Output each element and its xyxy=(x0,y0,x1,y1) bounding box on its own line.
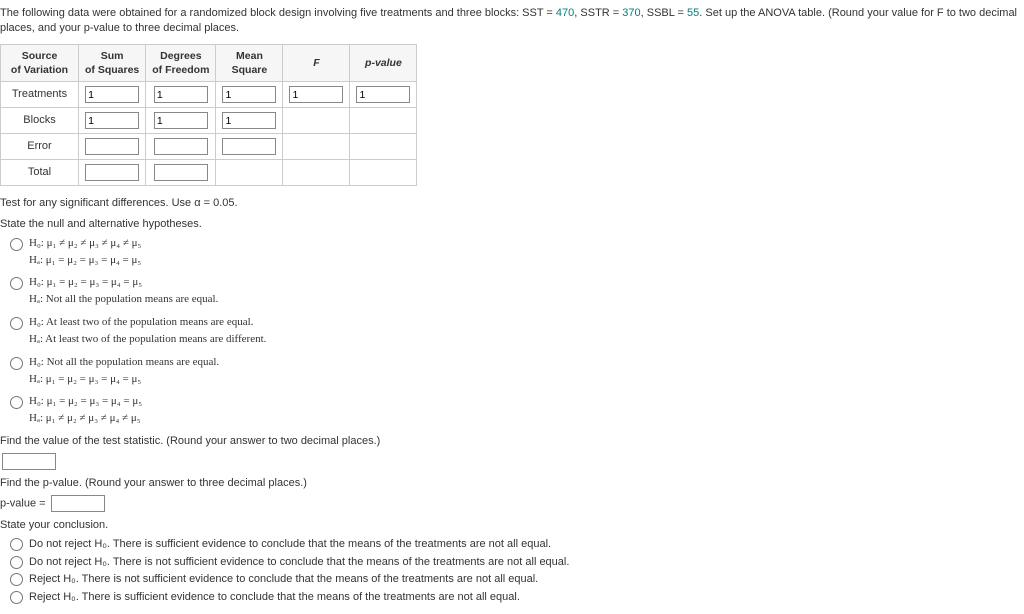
col-ms: Mean Square xyxy=(216,44,283,81)
label-total: Total xyxy=(1,160,79,186)
total-ss-input[interactable] xyxy=(85,164,139,181)
state-conclusion-label: State your conclusion. xyxy=(0,518,1024,533)
problem-statement: The following data were obtained for a r… xyxy=(0,6,1024,36)
col-p: p-value xyxy=(350,44,417,81)
error-ss-input[interactable] xyxy=(85,138,139,155)
hyp-2-ha: Hₐ: Not all the population means are equ… xyxy=(29,292,218,307)
treatments-p-input[interactable] xyxy=(356,86,410,103)
total-df-input[interactable] xyxy=(154,164,208,181)
blocks-ss-input[interactable] xyxy=(85,112,139,129)
treatments-df-input[interactable] xyxy=(154,86,208,103)
hyp-1-radio[interactable] xyxy=(10,238,23,251)
sstr-value: 370 xyxy=(622,7,640,19)
hypotheses-group: H₀: μ₁ ≠ μ₂ ≠ μ₃ ≠ μ₄ ≠ μ₅ Hₐ: μ₁ = μ₂ =… xyxy=(10,236,1024,426)
prompt-pre: The following data were obtained for a r… xyxy=(0,7,556,19)
conc-4-radio[interactable] xyxy=(10,591,23,604)
find-pvalue-label: Find the p-value. (Round your answer to … xyxy=(0,476,1024,491)
hyp-4-ha: Hₐ: μ₁ = μ₂ = μ₃ = μ₄ = μ₅ xyxy=(29,372,219,387)
treatments-ms-input[interactable] xyxy=(222,86,276,103)
col-df: Degrees of Freedom xyxy=(146,44,216,81)
hyp-2-radio[interactable] xyxy=(10,277,23,290)
conc-3-radio[interactable] xyxy=(10,573,23,586)
error-ms-input[interactable] xyxy=(222,138,276,155)
col-ss: Sum of Squares xyxy=(79,44,146,81)
pvalue-prefix: p-value = xyxy=(0,497,46,509)
hyp-3-ha: Hₐ: At least two of the population means… xyxy=(29,332,266,347)
row-total: Total xyxy=(1,160,417,186)
conc-1-text: Do not reject H₀. There is sufficient ev… xyxy=(29,537,551,552)
error-df-input[interactable] xyxy=(154,138,208,155)
conc-3-text: Reject H₀. There is not sufficient evide… xyxy=(29,572,538,587)
test-stat-input[interactable] xyxy=(2,453,56,470)
find-test-stat-label: Find the value of the test statistic. (R… xyxy=(0,434,1024,449)
pvalue-input[interactable] xyxy=(51,495,105,512)
treatments-ss-input[interactable] xyxy=(85,86,139,103)
conc-4-text: Reject H₀. There is sufficient evidence … xyxy=(29,590,520,605)
hyp-3-radio[interactable] xyxy=(10,317,23,330)
row-blocks: Blocks xyxy=(1,108,417,134)
hyp-4-h0: H₀: Not all the population means are equ… xyxy=(29,355,219,370)
conc-2-text: Do not reject H₀. There is not sufficien… xyxy=(29,555,569,570)
hyp-2-h0: H₀: μ₁ = μ₂ = μ₃ = μ₄ = μ₅ xyxy=(29,275,218,290)
treatments-f-input[interactable] xyxy=(289,86,343,103)
anova-table: Source of Variation Sum of Squares Degre… xyxy=(0,44,417,186)
label-treatments: Treatments xyxy=(1,82,79,108)
hyp-1-h0: H₀: μ₁ ≠ μ₂ ≠ μ₃ ≠ μ₄ ≠ μ₅ xyxy=(29,236,141,251)
hyp-3-h0: H₀: At least two of the population means… xyxy=(29,315,266,330)
col-f: F xyxy=(283,44,350,81)
label-error: Error xyxy=(1,134,79,160)
hyp-5-radio[interactable] xyxy=(10,396,23,409)
blocks-df-input[interactable] xyxy=(154,112,208,129)
sst-value: 470 xyxy=(556,7,574,19)
test-instruction: Test for any significant differences. Us… xyxy=(0,196,1024,211)
state-hypotheses-label: State the null and alternative hypothese… xyxy=(0,217,1024,232)
conc-2-radio[interactable] xyxy=(10,556,23,569)
prompt-mid1: , SSTR = xyxy=(574,7,622,19)
col-source: Source of Variation xyxy=(1,44,79,81)
hyp-1-ha: Hₐ: μ₁ = μ₂ = μ₃ = μ₄ = μ₅ xyxy=(29,253,141,268)
hyp-5-ha: Hₐ: μ₁ ≠ μ₂ ≠ μ₃ ≠ μ₄ ≠ μ₅ xyxy=(29,411,142,426)
prompt-mid2: , SSBL = xyxy=(641,7,687,19)
conclusion-group: Do not reject H₀. There is sufficient ev… xyxy=(10,537,1024,605)
row-treatments: Treatments xyxy=(1,82,417,108)
ssbl-value: 55 xyxy=(687,7,699,19)
blocks-ms-input[interactable] xyxy=(222,112,276,129)
row-error: Error xyxy=(1,134,417,160)
hyp-4-radio[interactable] xyxy=(10,357,23,370)
conc-1-radio[interactable] xyxy=(10,538,23,551)
label-blocks: Blocks xyxy=(1,108,79,134)
hyp-5-h0: H₀: μ₁ = μ₂ = μ₃ = μ₄ = μ₅ xyxy=(29,394,142,409)
